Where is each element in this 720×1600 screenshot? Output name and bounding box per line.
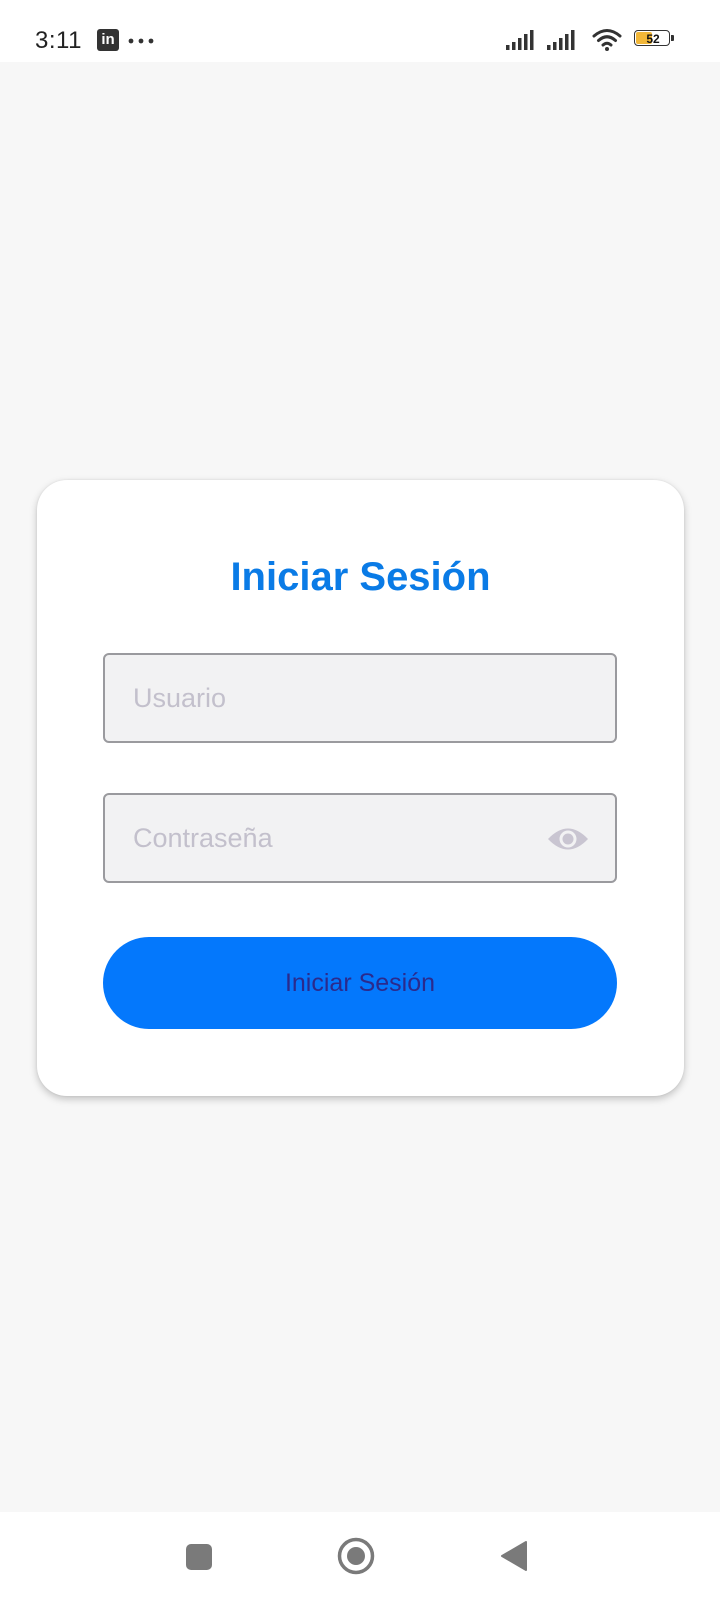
password-field[interactable] [103,793,617,883]
password-input[interactable] [105,795,615,881]
navigation-bar [0,1512,720,1600]
username-field[interactable] [103,653,617,743]
login-card: Iniciar Sesión Iniciar Sesión [37,480,684,1096]
back-triangle-icon[interactable] [500,1540,528,1572]
wifi-icon [592,29,622,51]
more-dots-icon [128,38,154,44]
battery-indicator: 52 [634,30,674,48]
signal-icon [547,30,575,50]
login-title: Iniciar Sesión [230,555,491,599]
login-button[interactable]: Iniciar Sesión [103,937,617,1029]
recents-square-icon[interactable] [186,1544,212,1570]
status-bar: 3:11 in 52 [0,0,720,62]
status-time: 3:11 [35,27,82,54]
home-circle-icon[interactable] [337,1537,375,1575]
signal-icon [506,30,534,50]
eye-icon[interactable] [547,824,589,854]
battery-tip [671,35,674,41]
battery-icon: 52 [634,30,670,46]
battery-level: 52 [646,32,660,46]
linkedin-icon: in [97,29,119,51]
username-input[interactable] [105,655,615,741]
